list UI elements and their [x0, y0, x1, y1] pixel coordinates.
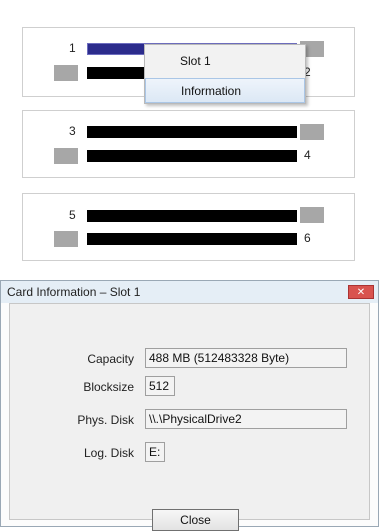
- slot-6-indicator: [54, 231, 78, 247]
- card-slot-6[interactable]: [87, 233, 297, 245]
- slot-panel-3-4: 3 4: [22, 110, 355, 178]
- slot-panel-5-6: 5 6: [22, 193, 355, 261]
- slot-2-indicator: [54, 65, 78, 81]
- card-slot-5[interactable]: [87, 210, 297, 222]
- blocksize-label: Blocksize: [83, 380, 134, 394]
- card-information-dialog: Card Information – Slot 1 ✕ Capacity 488…: [0, 280, 379, 531]
- slot-3-indicator: [300, 124, 324, 140]
- menu-item-information[interactable]: Information: [145, 78, 305, 103]
- card-slot-3[interactable]: [87, 126, 297, 138]
- dialog-title: Card Information – Slot 1: [7, 285, 141, 299]
- close-window-icon[interactable]: ✕: [348, 285, 374, 299]
- slot-5-indicator: [300, 207, 324, 223]
- menu-item-slot-1[interactable]: Slot 1: [145, 49, 305, 74]
- log-disk-label: Log. Disk: [83, 446, 134, 460]
- dialog-body: Capacity 488 MB (512483328 Byte) Blocksi…: [9, 303, 370, 531]
- log-disk-field: E:: [145, 442, 165, 462]
- slot-context-menu: Slot 1 Information: [144, 44, 306, 104]
- slot-number-3: 3: [69, 124, 76, 138]
- close-button[interactable]: Close: [152, 509, 239, 531]
- capacity-label: Capacity: [87, 352, 134, 366]
- slot-number-6: 6: [304, 231, 311, 245]
- dialog-titlebar[interactable]: Card Information – Slot 1 ✕: [1, 281, 378, 303]
- slot-number-1: 1: [69, 41, 76, 55]
- blocksize-field: 512: [145, 376, 175, 396]
- capacity-field: 488 MB (512483328 Byte): [145, 348, 347, 368]
- phys-disk-field: \\.\PhysicalDrive2: [145, 409, 347, 429]
- phys-disk-label: Phys. Disk: [77, 413, 134, 427]
- slot-number-4: 4: [304, 148, 311, 162]
- slot-4-indicator: [54, 148, 78, 164]
- slot-number-5: 5: [69, 208, 76, 222]
- card-slot-4[interactable]: [87, 150, 297, 162]
